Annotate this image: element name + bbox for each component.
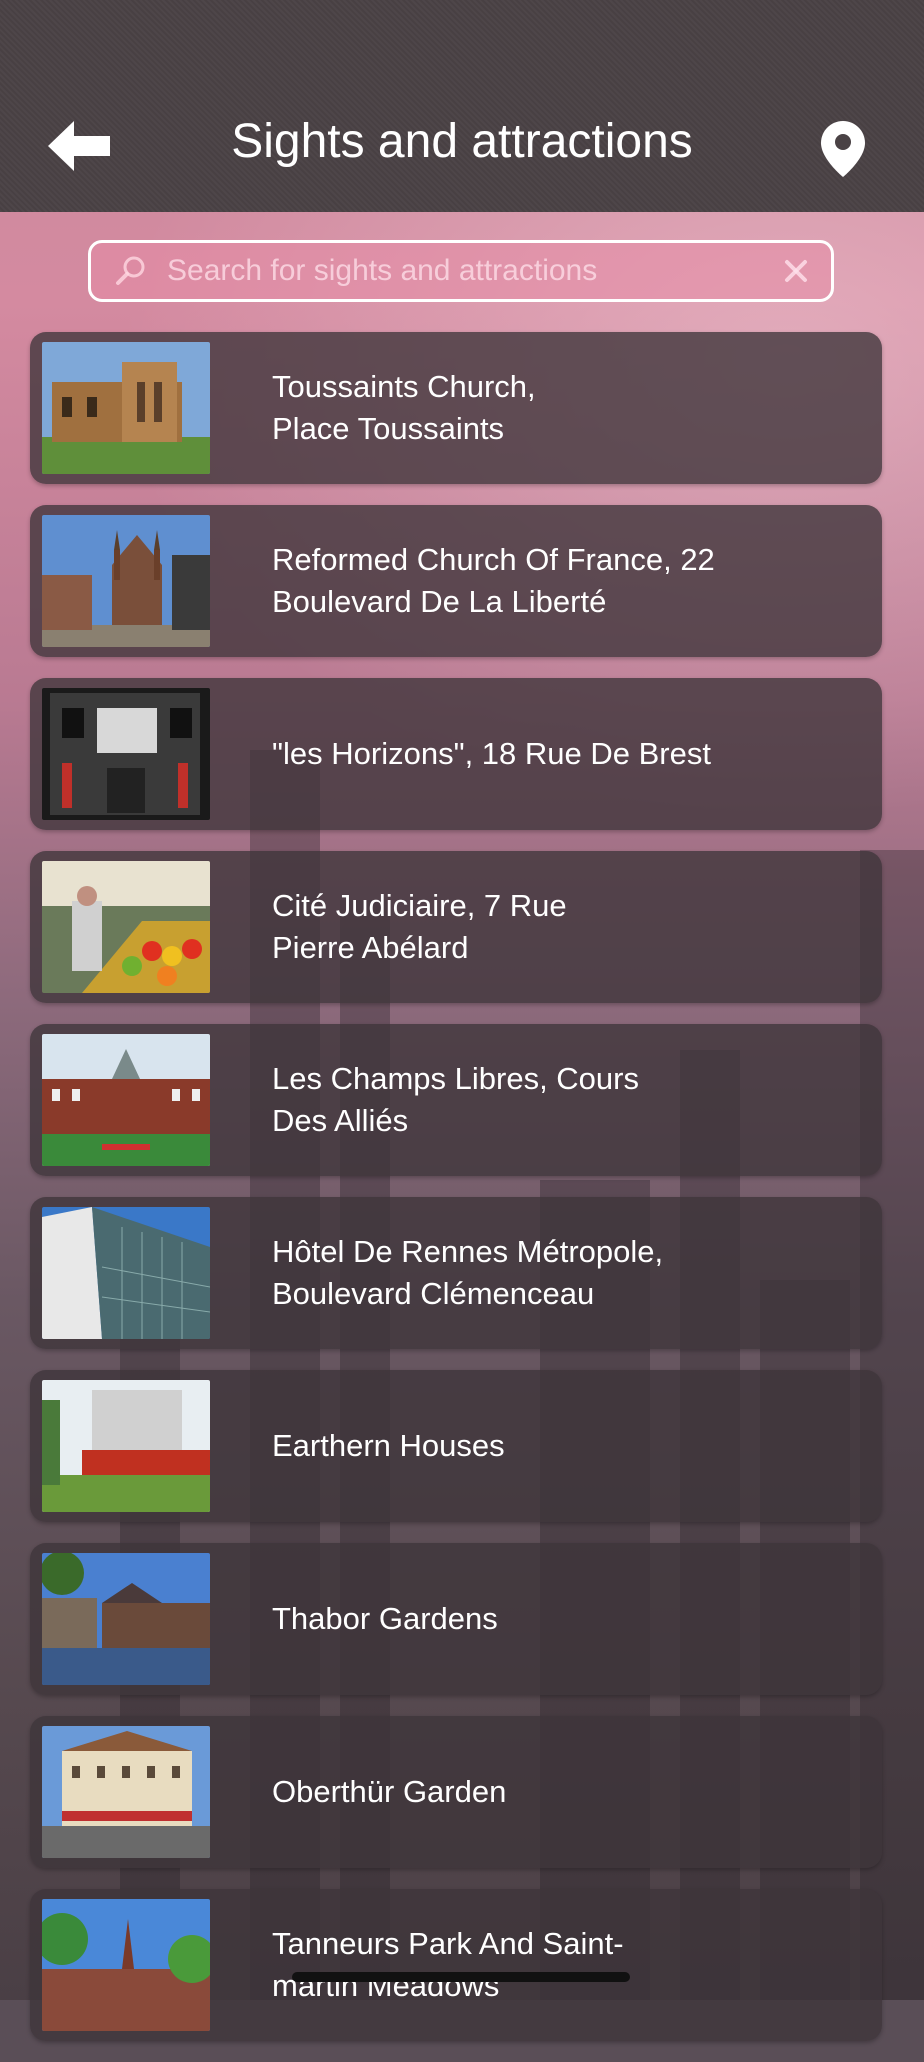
list-item[interactable]: Thabor Gardens <box>30 1543 882 1695</box>
item-label: Earthern Houses <box>272 1428 505 1463</box>
attraction-photo <box>42 342 210 474</box>
attraction-photo <box>42 1380 210 1512</box>
attraction-photo <box>42 861 210 993</box>
map-button[interactable] <box>816 118 870 180</box>
home-indicator[interactable] <box>292 1972 630 1982</box>
list-item[interactable]: Earthern Houses <box>30 1370 882 1522</box>
list-item[interactable]: "les Horizons", 18 Rue De Brest <box>30 678 882 830</box>
attraction-photo <box>42 1207 210 1339</box>
list-item[interactable]: Hôtel De Rennes Métropole, Boulevard Clé… <box>30 1197 882 1349</box>
item-label: Tanneurs Park And Saint- martin Meadows <box>272 1926 624 2003</box>
close-icon <box>785 260 807 282</box>
list-item[interactable]: Les Champs Libres, Cours Des Alliés <box>30 1024 882 1176</box>
list-item[interactable]: Tanneurs Park And Saint- martin Meadows <box>30 1889 882 2041</box>
attraction-photo <box>42 1553 210 1685</box>
back-button[interactable] <box>46 118 112 174</box>
arrow-left-icon <box>48 121 110 171</box>
list-item[interactable]: Oberthür Garden <box>30 1716 882 1868</box>
item-label: Les Champs Libres, Cours Des Alliés <box>272 1061 639 1138</box>
search-input[interactable] <box>165 253 771 289</box>
list-item[interactable]: Reformed Church Of France, 22 Boulevard … <box>30 505 882 657</box>
item-label: "les Horizons", 18 Rue De Brest <box>272 736 711 771</box>
search-bar <box>88 240 834 302</box>
list-item[interactable]: Toussaints Church, Place Toussaints <box>30 332 882 484</box>
item-label: Thabor Gardens <box>272 1601 498 1636</box>
page-title: Sights and attractions <box>231 115 693 168</box>
clear-search-button[interactable] <box>781 256 811 286</box>
item-label: Hôtel De Rennes Métropole, Boulevard Clé… <box>272 1234 664 1311</box>
attraction-photo <box>42 1034 210 1166</box>
header-bar: Sights and attractions <box>0 0 924 212</box>
attraction-photo <box>42 1726 210 1858</box>
list-item[interactable]: Cité Judiciaire, 7 Rue Pierre Abélard <box>30 851 882 1003</box>
search-icon <box>116 256 145 285</box>
item-label: Toussaints Church, Place Toussaints <box>272 369 536 446</box>
attraction-photo <box>42 515 210 647</box>
item-label: Cité Judiciaire, 7 Rue Pierre Abélard <box>272 888 567 965</box>
attraction-photo <box>42 688 210 820</box>
map-pin-icon <box>821 121 865 177</box>
attractions-list: Toussaints Church, Place Toussaints Refo… <box>30 332 882 2062</box>
attraction-photo <box>42 1899 210 2031</box>
item-label: Reformed Church Of France, 22 Boulevard … <box>272 542 715 619</box>
item-label: Oberthür Garden <box>272 1774 507 1809</box>
